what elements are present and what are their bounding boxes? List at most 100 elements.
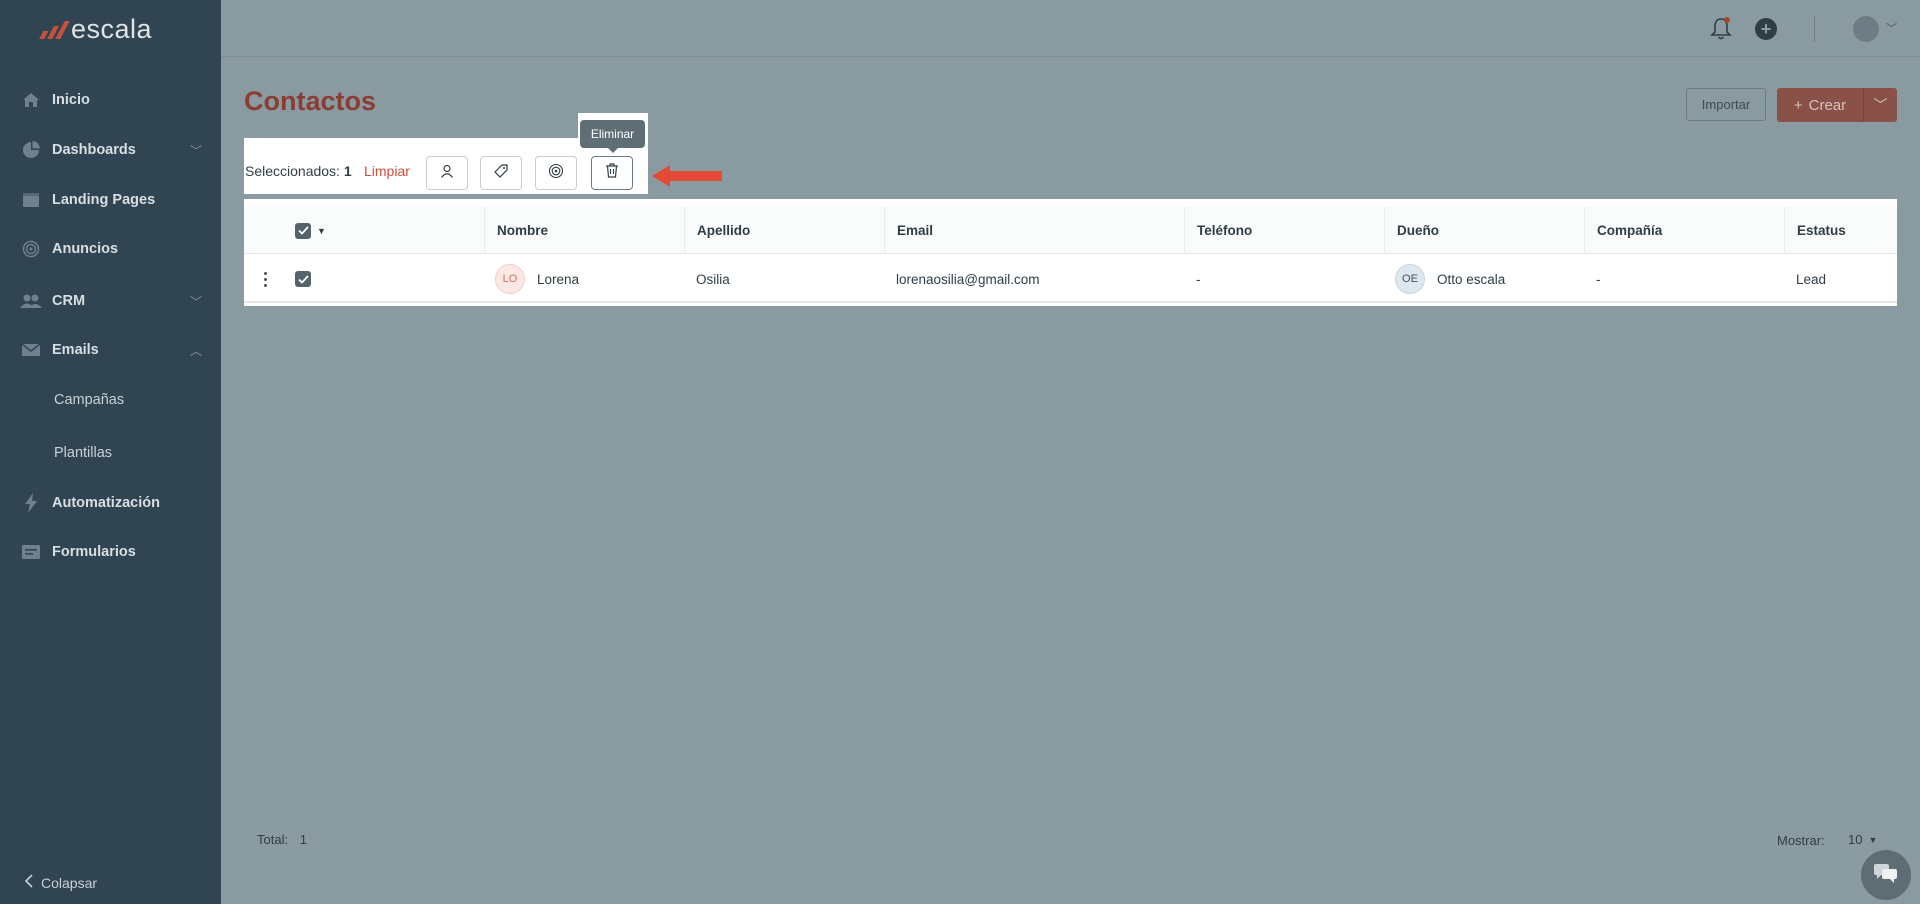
column-header-dueno[interactable]: Dueño	[1384, 207, 1584, 254]
sidebar-item-label: Campañas	[54, 392, 125, 408]
collapse-sidebar-button[interactable]: Colapsar	[24, 874, 97, 891]
total-value: 1	[299, 832, 307, 847]
envelope-icon	[20, 340, 42, 360]
row-select-cell[interactable]	[283, 255, 483, 303]
cell-estatus: Lead	[1796, 271, 1827, 287]
column-header-apellido[interactable]: Apellido	[684, 207, 884, 254]
bell-icon[interactable]	[1709, 16, 1733, 47]
contact-avatar: LO	[495, 264, 525, 294]
sidebar-item-dashboards[interactable]: Dashboards ﹀	[0, 130, 221, 170]
logo-text: escala	[71, 14, 153, 44]
sidebar-item-inicio[interactable]: Inicio	[0, 80, 221, 120]
audience-button[interactable]	[535, 156, 577, 190]
contact-first-name: Lorena	[537, 271, 580, 287]
contacts-table: ▼ Nombre Apellido Email Teléfono Dueño C…	[244, 199, 1897, 306]
chat-bubbles-icon	[1873, 862, 1899, 889]
selected-number: 1	[343, 163, 352, 179]
create-dropdown-button[interactable]: ﹀	[1863, 88, 1897, 122]
logo-mark	[39, 20, 70, 39]
chevron-down-icon[interactable]: ﹀	[1886, 20, 1897, 36]
delete-tooltip: Eliminar	[580, 120, 645, 153]
delete-button[interactable]	[591, 156, 633, 190]
sidebar-item-label: Inicio	[52, 92, 90, 108]
owner-avatar: OE	[1395, 264, 1425, 294]
cell-nombre[interactable]: LO Lorena	[495, 255, 685, 303]
tag-icon	[493, 163, 509, 184]
chat-button[interactable]	[1861, 850, 1911, 900]
sidebar-item-automatizacion[interactable]: Automatización	[0, 483, 221, 523]
form-icon	[20, 542, 42, 562]
caret-down-icon[interactable]: ▼	[317, 226, 326, 236]
header-divider	[1814, 16, 1815, 42]
page-size-select[interactable]: 10 ▼	[1848, 832, 1877, 847]
chevron-down-icon: ﹀	[190, 143, 203, 158]
sidebar-item-landing-pages[interactable]: Landing Pages	[0, 180, 221, 220]
sidebar: escala Inicio Dashboards ﹀ Landing Pages	[0, 0, 221, 904]
home-icon	[20, 90, 42, 110]
plus-circle-icon[interactable]: +	[1755, 18, 1777, 40]
selected-count: Seleccionados: 1	[245, 163, 352, 179]
sidebar-item-label: Formularios	[52, 544, 136, 560]
sidebar-item-formularios[interactable]: Formularios	[0, 532, 221, 572]
chevron-left-icon	[24, 874, 33, 891]
sidebar-item-label: Emails	[52, 342, 99, 358]
avatar[interactable]	[1853, 16, 1879, 42]
chevron-down-icon: ﹀	[190, 294, 203, 309]
cell-dueno: OE Otto escala	[1395, 255, 1585, 303]
sidebar-item-label: Automatización	[52, 495, 160, 511]
row-checkbox[interactable]	[295, 271, 311, 287]
sidebar-item-plantillas[interactable]: Plantillas	[0, 433, 221, 473]
owner-name: Otto escala	[1437, 271, 1506, 287]
column-header-telefono[interactable]: Teléfono	[1184, 207, 1384, 254]
page-title: Contactos	[244, 86, 377, 116]
pie-chart-icon	[20, 140, 42, 160]
clear-selection-link[interactable]: Limpiar	[364, 163, 410, 179]
assign-owner-button[interactable]	[426, 156, 468, 190]
lightning-icon	[20, 493, 42, 513]
sidebar-item-label: CRM	[52, 293, 86, 309]
table-row[interactable]: LO Lorena Osilia lorenaosilia@gmail.com …	[244, 255, 1897, 303]
user-icon	[440, 164, 454, 183]
row-menu-button[interactable]	[252, 255, 282, 303]
page-size-value: 10	[1848, 832, 1863, 847]
column-header-compania[interactable]: Compañía	[1584, 207, 1784, 254]
column-header-estatus[interactable]: Estatus	[1784, 207, 1897, 254]
create-button[interactable]: + Crear	[1777, 88, 1863, 122]
chevron-up-icon: ︿	[190, 343, 203, 358]
sidebar-item-anuncios[interactable]: Anuncios	[0, 229, 221, 269]
logo[interactable]: escala	[39, 14, 153, 45]
top-bar	[221, 0, 1920, 57]
total-label: Total:	[257, 832, 289, 847]
cell-email: lorenaosilia@gmail.com	[896, 271, 1040, 287]
sidebar-item-label: Anuncios	[52, 241, 119, 257]
sidebar-item-label: Dashboards	[52, 142, 136, 158]
target-icon	[548, 163, 564, 184]
cell-compania: -	[1596, 271, 1601, 287]
sidebar-item-emails[interactable]: Emails ︿	[0, 330, 221, 370]
column-header-nombre[interactable]: Nombre	[484, 207, 684, 254]
caret-down-icon: ▼	[1868, 834, 1878, 845]
sidebar-item-crm[interactable]: CRM ﹀	[0, 281, 221, 321]
select-all-header[interactable]: ▼	[283, 207, 483, 254]
collapse-label: Colapsar	[41, 874, 98, 891]
cell-apellido: Osilia	[696, 271, 730, 287]
browser-window-icon	[20, 190, 42, 210]
import-button[interactable]: Importar	[1686, 88, 1766, 121]
chevron-down-icon: ﹀	[1873, 97, 1888, 113]
sidebar-item-label: Landing Pages	[52, 192, 156, 208]
cell-telefono: -	[1196, 271, 1201, 287]
selected-label: Seleccionados:	[245, 163, 340, 179]
sidebar-item-label: Plantillas	[54, 445, 113, 461]
page-size-label: Mostrar:	[1777, 833, 1825, 848]
kebab-menu-icon	[264, 271, 267, 287]
column-header-email[interactable]: Email	[884, 207, 1184, 254]
sidebar-item-campanas[interactable]: Campañas	[0, 380, 221, 420]
trash-icon	[605, 163, 619, 183]
target-icon	[20, 239, 42, 259]
users-icon	[20, 291, 42, 311]
pointer-arrow-icon	[652, 163, 722, 194]
create-label: Crear	[1808, 96, 1847, 114]
plus-icon: +	[1793, 96, 1803, 114]
select-all-checkbox[interactable]	[295, 222, 311, 239]
add-tag-button[interactable]	[480, 156, 522, 190]
